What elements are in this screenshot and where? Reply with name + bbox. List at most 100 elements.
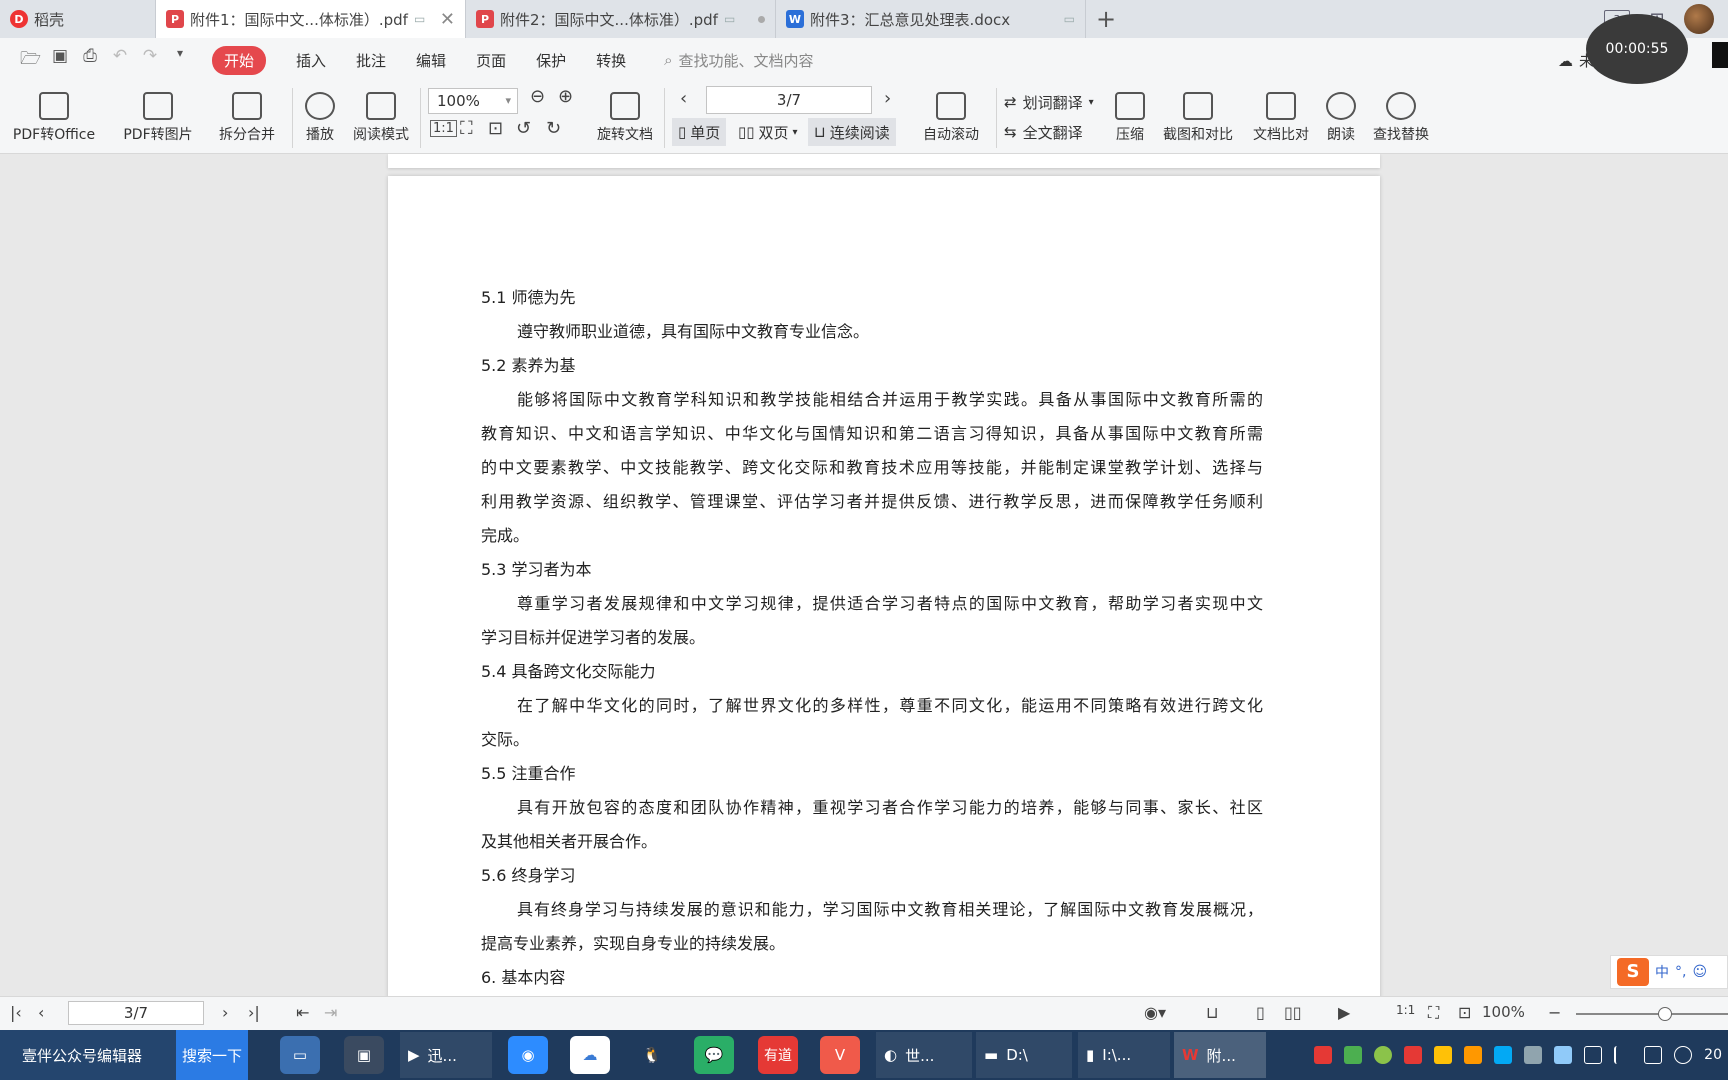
zoom-select[interactable]: 100% ▾ <box>428 88 518 114</box>
double-page-view-icon[interactable]: ▯▯ <box>1284 1003 1302 1022</box>
plus-icon[interactable] <box>1374 1046 1393 1064</box>
menu-insert[interactable]: 插入 <box>296 50 326 71</box>
menu-page[interactable]: 页面 <box>476 50 506 71</box>
document-viewport[interactable]: 5.1 师德为先 遵守教师职业道德，具有国际中文教育专业信念。 5.2 素养为基 能够… <box>0 154 1728 996</box>
compress-button[interactable]: 压缩 <box>1112 82 1148 154</box>
sogou-tray-icon[interactable] <box>1314 1046 1333 1064</box>
forward-icon[interactable]: ⇥ <box>324 1003 337 1022</box>
display-icon[interactable] <box>1644 1046 1663 1064</box>
tab-attachment2[interactable]: P 附件2：国际中文...体标准）.pdf ▭ <box>466 0 776 38</box>
taskbar-window-xunlei[interactable]: ▶ 迅... <box>400 1032 492 1078</box>
taskbar-window-drive-d[interactable]: ▬ D:\ <box>976 1032 1072 1078</box>
continuous-read-toggle[interactable]: ⊔ 连续阅读 <box>808 118 896 146</box>
taskbar-editor-label[interactable]: 壹伴公众号编辑器 <box>0 1030 176 1080</box>
actual-size-icon[interactable]: 1:1 <box>1396 1003 1415 1017</box>
tab-docer[interactable]: D 稻壳 <box>0 0 156 38</box>
double-page-toggle[interactable]: ▯▯ 双页 ▾ <box>732 118 804 146</box>
back-icon[interactable]: ⇤ <box>296 1003 309 1022</box>
last-page-icon[interactable]: ›| <box>248 1003 260 1022</box>
play-slideshow-icon[interactable]: ▶ <box>1338 1003 1350 1022</box>
menu-home[interactable]: 开始 <box>212 45 267 75</box>
prev-page-icon[interactable]: ‹ <box>680 88 687 109</box>
recording-control[interactable] <box>1712 42 1728 68</box>
ime-toolbar[interactable]: S 中 °, ☺ <box>1610 955 1728 989</box>
chart-tray-icon[interactable] <box>1554 1046 1573 1064</box>
actual-size-icon[interactable]: 1:1 <box>430 120 457 137</box>
open-folder-icon[interactable]: 🗁 <box>20 46 41 75</box>
menu-edit[interactable]: 编辑 <box>416 50 446 71</box>
find-replace-button[interactable]: 查找替换 <box>1370 82 1432 154</box>
menu-protect[interactable]: 保护 <box>536 50 566 71</box>
volume-icon[interactable] <box>1674 1046 1693 1064</box>
tab-attachment1[interactable]: P 附件1：国际中文...体标准）.pdf ▭ ✕ <box>156 0 466 38</box>
zoom-out-icon[interactable]: ⊖ <box>530 86 545 107</box>
fit-page-icon[interactable]: ⛶ <box>460 118 473 139</box>
lock-icon[interactable] <box>1434 1046 1453 1064</box>
avatar[interactable] <box>1684 4 1714 34</box>
fit-width-icon[interactable]: ⊡ <box>488 118 503 139</box>
menu-annotate[interactable]: 批注 <box>356 50 386 71</box>
wechat-icon[interactable]: 💬 <box>694 1036 734 1074</box>
read-aloud-button[interactable]: 朗读 <box>1324 82 1358 154</box>
feature-search[interactable]: ⌕ 查找功能、文档内容 <box>664 50 813 71</box>
tab-attachment3[interactable]: W 附件3：汇总意见处理表.docx ▭ <box>776 0 1086 38</box>
desktop-icon[interactable]: ▭ <box>280 1036 320 1074</box>
pdf-to-office-button[interactable]: PDF转Office <box>8 82 100 154</box>
screenshot-compare-button[interactable]: 截图和对比 <box>1160 82 1236 154</box>
qq-icon[interactable]: 🐧 <box>632 1036 672 1074</box>
save-icon[interactable]: ▣ <box>50 46 70 75</box>
customize-dropdown-icon[interactable]: ▾ <box>170 46 190 75</box>
menu-convert[interactable]: 转换 <box>596 50 626 71</box>
chevron-icon[interactable] <box>1614 1046 1632 1064</box>
split-merge-button[interactable]: 拆分合并 <box>210 82 284 154</box>
word-translate-button[interactable]: ⇄ 划词翻译 ▾ <box>1004 88 1094 116</box>
new-tab-button[interactable]: + <box>1086 0 1126 38</box>
eye-care-icon[interactable]: ◉▾ <box>1144 1003 1166 1022</box>
rotate-left-icon[interactable]: ↺ <box>516 118 531 139</box>
read-mode-button[interactable]: 阅读模式 <box>350 82 412 154</box>
single-page-view-icon[interactable]: ▯ <box>1256 1003 1265 1022</box>
prev-page-icon[interactable]: ‹ <box>38 1003 44 1022</box>
monitor-tray-icon[interactable] <box>1524 1046 1543 1064</box>
next-page-icon[interactable]: › <box>222 1003 228 1022</box>
status-page-input[interactable]: 3/7 <box>68 1001 204 1025</box>
page-number-input[interactable]: 3/7 <box>706 86 872 114</box>
play-button[interactable]: 播放 <box>300 82 340 154</box>
rotate-document-button[interactable]: 旋转文档 <box>592 82 658 154</box>
taskbar-window-drive-i[interactable]: ▮ I:\... <box>1078 1032 1170 1078</box>
network-tray-icon[interactable] <box>1464 1046 1483 1064</box>
wifi-icon[interactable] <box>1584 1046 1603 1064</box>
single-page-toggle[interactable]: ▯ 单页 <box>672 118 727 146</box>
battery-icon[interactable] <box>1344 1046 1363 1064</box>
auto-scroll-button[interactable]: 自动滚动 <box>912 82 990 154</box>
youdao-icon[interactable]: 有道 <box>758 1036 798 1074</box>
clock[interactable]: 20 <box>1704 1047 1722 1063</box>
taskbar-window-browser[interactable]: ◐ 世... <box>876 1032 972 1078</box>
continuous-view-icon[interactable]: ⊔ <box>1206 1003 1218 1022</box>
next-page-icon[interactable]: › <box>884 88 891 109</box>
fit-page-icon[interactable]: ⛶ <box>1428 1003 1439 1023</box>
zoom-app-icon[interactable]: ◉ <box>508 1036 548 1074</box>
window-manager-icon[interactable]: ▣ <box>344 1036 384 1074</box>
rotate-right-icon[interactable]: ↻ <box>546 118 561 139</box>
zoom-out-icon[interactable]: − <box>1548 1003 1561 1022</box>
taskbar-window-wps[interactable]: W 附... <box>1174 1032 1266 1078</box>
pdf-to-image-button[interactable]: PDF转图片 <box>118 82 198 154</box>
zoom-slider-handle[interactable] <box>1658 1007 1672 1021</box>
cloud-tray-icon[interactable] <box>1494 1046 1513 1064</box>
first-page-icon[interactable]: |‹ <box>10 1003 22 1022</box>
fit-width-icon[interactable]: ⊡ <box>1458 1003 1471 1022</box>
zoom-level[interactable]: 100% <box>1482 1003 1525 1021</box>
document-compare-button[interactable]: 文档比对 <box>1250 82 1312 154</box>
print-icon[interactable]: ⎙ <box>80 46 100 75</box>
zoom-in-icon[interactable]: ⊕ <box>558 86 573 107</box>
baidu-netdisk-icon[interactable]: ☁ <box>570 1036 610 1074</box>
undo-icon[interactable]: ↶ <box>110 46 130 75</box>
redo-icon[interactable]: ↷ <box>140 46 160 75</box>
full-translate-button[interactable]: ⇆ 全文翻译 <box>1004 118 1083 146</box>
edit-tray-icon[interactable] <box>1404 1046 1423 1064</box>
taskbar-search-button[interactable]: 搜索一下 <box>176 1030 248 1080</box>
close-icon[interactable]: ✕ <box>440 9 455 30</box>
vivaldi-icon[interactable]: V <box>820 1036 860 1074</box>
zoom-slider[interactable] <box>1576 1007 1728 1021</box>
